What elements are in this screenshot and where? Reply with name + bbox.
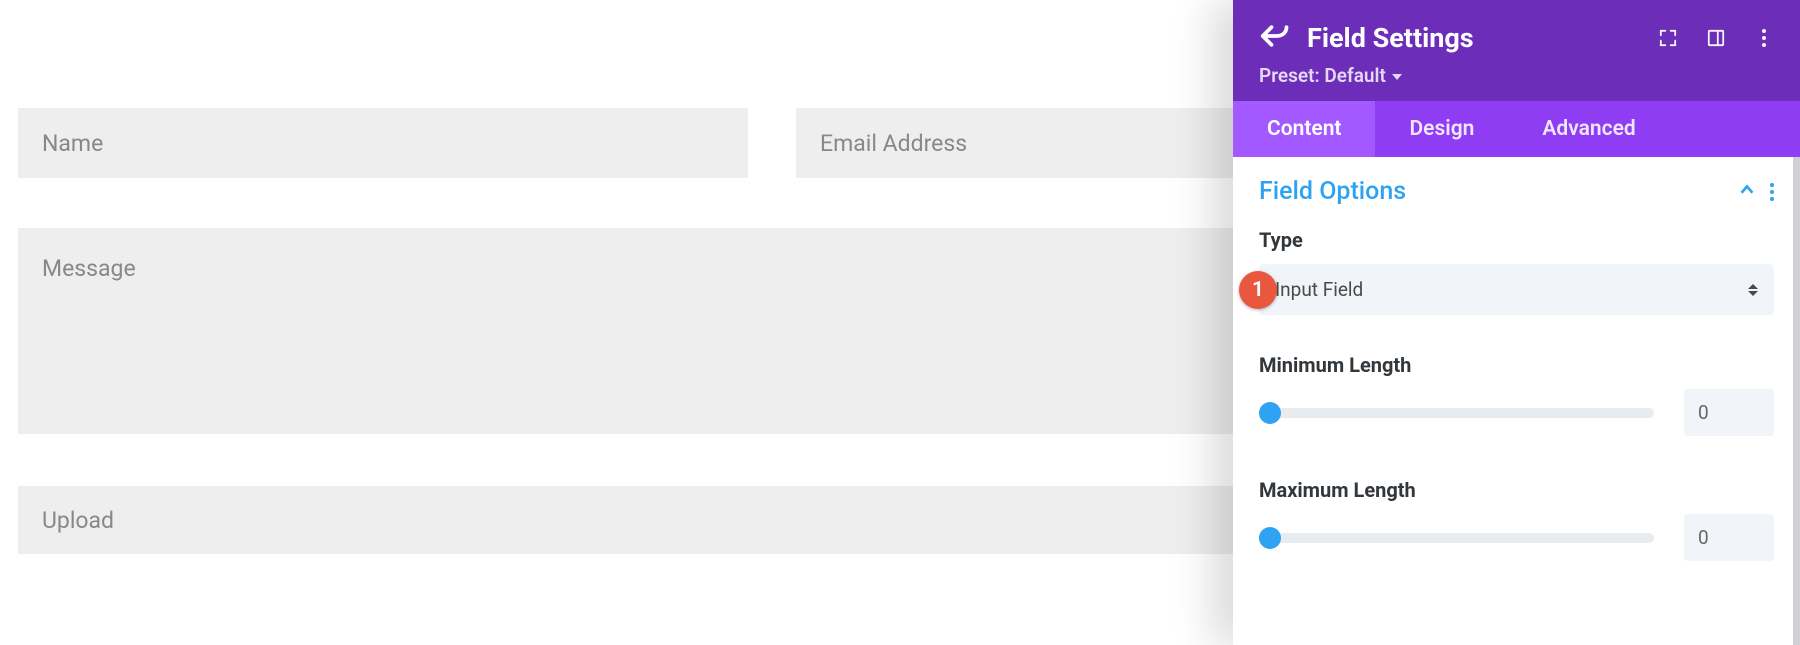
section-title: Field Options [1259, 177, 1406, 206]
back-arrow-icon[interactable] [1259, 23, 1289, 53]
min-length-slider[interactable] [1259, 408, 1654, 418]
max-length-label: Maximum Length [1259, 478, 1774, 502]
section-header[interactable]: Field Options [1233, 157, 1800, 214]
preset-label: Preset: Default [1259, 64, 1386, 87]
max-length-slider-thumb[interactable] [1259, 527, 1281, 549]
type-label: Type [1259, 228, 1774, 252]
panel-tabs: Content Design Advanced [1233, 101, 1800, 157]
settings-panel: Field Settings Preset: Default Content D… [1233, 0, 1800, 645]
message-placeholder: Message [42, 255, 136, 282]
panel-title: Field Settings [1307, 22, 1640, 54]
dock-icon[interactable] [1706, 28, 1726, 48]
min-length-label: Minimum Length [1259, 353, 1774, 377]
chevron-up-icon[interactable] [1738, 181, 1756, 203]
min-length-value[interactable]: 0 [1684, 389, 1774, 436]
option-type: Type 1 Input Field [1233, 214, 1800, 315]
type-select-value: Input Field [1275, 278, 1363, 301]
min-length-slider-thumb[interactable] [1259, 402, 1281, 424]
tab-advanced[interactable]: Advanced [1508, 101, 1669, 157]
kebab-menu-icon[interactable] [1754, 28, 1774, 48]
annotation-badge-1: 1 [1239, 271, 1277, 309]
preset-dropdown[interactable]: Preset: Default [1259, 64, 1774, 87]
option-min-length: Minimum Length 0 [1233, 339, 1800, 436]
panel-header: Field Settings Preset: Default [1233, 0, 1800, 101]
tab-design[interactable]: Design [1375, 101, 1508, 157]
max-length-value[interactable]: 0 [1684, 514, 1774, 561]
email-placeholder: Email Address [820, 130, 967, 157]
option-max-length: Maximum Length 0 [1233, 464, 1800, 561]
max-length-slider[interactable] [1259, 533, 1654, 543]
expand-icon[interactable] [1658, 28, 1678, 48]
scrollbar[interactable] [1793, 157, 1800, 645]
name-field[interactable]: Name [18, 108, 748, 178]
upload-placeholder: Upload [42, 507, 114, 534]
select-caret-icon [1748, 284, 1758, 296]
type-select[interactable]: Input Field [1259, 264, 1774, 315]
section-menu-icon[interactable] [1770, 183, 1774, 201]
tab-content[interactable]: Content [1233, 101, 1375, 157]
caret-down-icon [1392, 74, 1402, 80]
name-placeholder: Name [42, 130, 103, 157]
panel-body: Field Options Type 1 Input Field [1233, 157, 1800, 645]
